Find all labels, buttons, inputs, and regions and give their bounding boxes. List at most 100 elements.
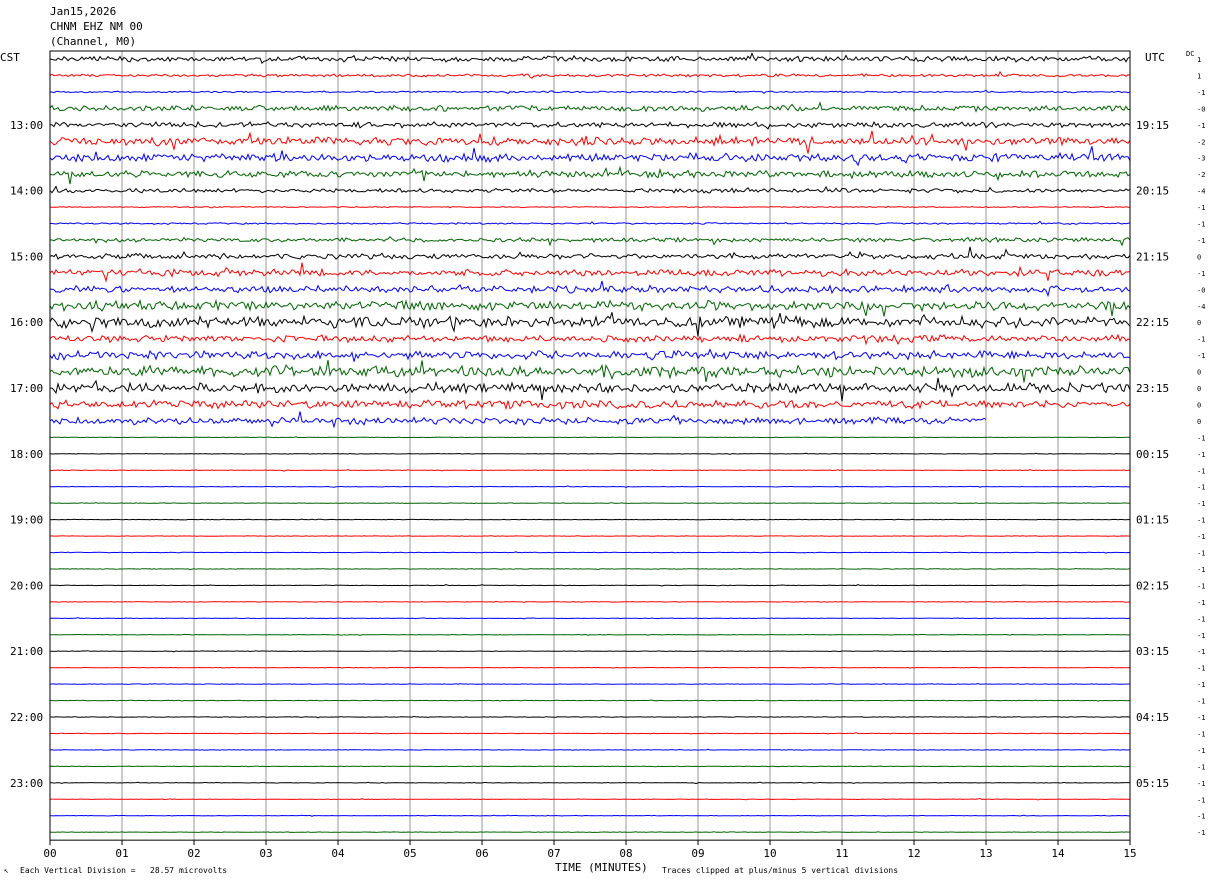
trace-row (50, 485, 1130, 489)
trace-row (49, 551, 1131, 554)
trace-row (49, 89, 1131, 95)
dc-offset-label: -4 (1197, 303, 1205, 311)
trace-row (49, 650, 1131, 653)
dc-offset-label: -1 (1197, 780, 1205, 788)
trace-row (49, 518, 1131, 521)
trace-row (49, 781, 1131, 785)
x-tick-label: 15 (1123, 847, 1136, 860)
dc-offset-label: -1 (1197, 204, 1205, 212)
trace-row (49, 831, 1131, 834)
trace-row (49, 298, 1131, 317)
trace-row (49, 666, 1131, 669)
trace-row (49, 262, 1131, 283)
plot-frame (49, 50, 1131, 841)
dc-offset-label: -4 (1197, 188, 1205, 196)
dc-offset-label: -1 (1197, 517, 1205, 525)
dc-offset-label: 0 (1197, 369, 1201, 377)
dc-offset-label: -1 (1197, 730, 1205, 738)
clip-note: Traces clipped at plus/minus 5 vertical … (662, 866, 899, 875)
trace-row (49, 535, 1131, 537)
trace-row (50, 715, 1131, 719)
x-tick-label: 08 (619, 847, 632, 860)
trace-row (49, 411, 987, 429)
dc-offset-label: -1 (1197, 796, 1205, 804)
left-hour-label: 18:00 (10, 448, 43, 461)
trace-row (49, 633, 1131, 636)
trace-row (49, 797, 1131, 801)
trace-row (49, 312, 1131, 337)
dc-offset-label: -1 (1197, 500, 1205, 508)
x-tick-label: 07 (547, 847, 560, 860)
dc-offset-label: -1 (1197, 237, 1205, 245)
trace-row (49, 246, 1131, 261)
x-tick-label: 06 (475, 847, 488, 860)
dc-offset-label: -0 (1197, 105, 1205, 113)
dc-offset-label: -1 (1197, 632, 1205, 640)
dc-offset-label: -1 (1197, 615, 1205, 623)
dc-offset-label: -1 (1197, 467, 1205, 475)
left-hour-label: 19:00 (10, 514, 43, 527)
dc-offset-label: -1 (1197, 451, 1205, 459)
trace-row (49, 399, 1131, 411)
dc-offset-label: -1 (1197, 665, 1205, 673)
right-hour-label: 04:15 (1136, 711, 1169, 724)
x-tick-label: 13 (979, 847, 992, 860)
left-hour-label: 23:00 (10, 777, 43, 790)
right-hour-label: 23:15 (1136, 382, 1169, 395)
dc-offset-label: -1 (1197, 698, 1205, 706)
right-hour-label: 21:15 (1136, 250, 1169, 263)
dc-offset-label: 0 (1197, 319, 1201, 327)
trace-row (49, 333, 1131, 346)
trace-row (49, 235, 1131, 247)
right-hour-label: 00:15 (1136, 448, 1169, 461)
left-timezone-label: CST (0, 51, 20, 64)
dc-offset-label: -2 (1197, 171, 1205, 179)
dc-offset-label: -1 (1197, 582, 1205, 590)
x-tick-label: 03 (259, 847, 272, 860)
trace-row (49, 101, 1130, 113)
trace-row (49, 205, 1131, 209)
dc-offset-label: -0 (1197, 286, 1205, 294)
x-tick-label: 10 (763, 847, 776, 860)
left-hour-label: 16:00 (10, 316, 43, 329)
dc-offset-label: 0 (1197, 385, 1201, 393)
trace-row (49, 165, 1131, 185)
trace-row (49, 130, 1131, 154)
right-hour-label: 20:15 (1136, 185, 1169, 198)
trace-row (49, 359, 1131, 383)
trace-row (49, 348, 1131, 362)
dc-offset-label: -1 (1197, 566, 1205, 574)
dc-offset-label: -1 (1197, 434, 1205, 442)
x-tick-label: 01 (115, 847, 128, 860)
dc-offset-label: -1 (1197, 484, 1205, 492)
right-hour-label: 01:15 (1136, 514, 1169, 527)
left-hour-label: 15:00 (10, 250, 43, 263)
dc-offset-label: -1 (1197, 89, 1205, 97)
trace-row (49, 185, 1131, 194)
x-tick-label: 04 (331, 847, 345, 860)
trace-row (49, 600, 1131, 604)
dc-offset-label: -1 (1197, 533, 1205, 541)
trace-row (49, 52, 1131, 64)
right-hour-label: 02:15 (1136, 579, 1169, 592)
dc-offset-label: -1 (1197, 813, 1205, 821)
trace-row (49, 682, 1130, 685)
dc-offset-label: -1 (1197, 352, 1205, 360)
trace-row (49, 146, 1131, 167)
trace-row (50, 567, 1131, 571)
x-tick-label: 00 (43, 847, 56, 860)
x-tick-label: 09 (691, 847, 704, 860)
x-tick-label: 11 (835, 847, 848, 860)
dc-offset-label: 1 (1197, 72, 1201, 80)
right-timezone-label: UTC (1145, 51, 1165, 64)
seismic-traces (49, 52, 1131, 834)
trace-row (50, 120, 1131, 130)
x-tick-label: 05 (403, 847, 416, 860)
x-tick-label: 02 (187, 847, 200, 860)
left-hour-label: 13:00 (10, 119, 43, 132)
trace-row (49, 583, 1131, 587)
x-axis-title: TIME (MINUTES) (555, 861, 648, 874)
dc-offset-label: -1 (1197, 747, 1205, 755)
trace-row (49, 70, 1131, 79)
left-hour-label: 20:00 (10, 579, 43, 592)
